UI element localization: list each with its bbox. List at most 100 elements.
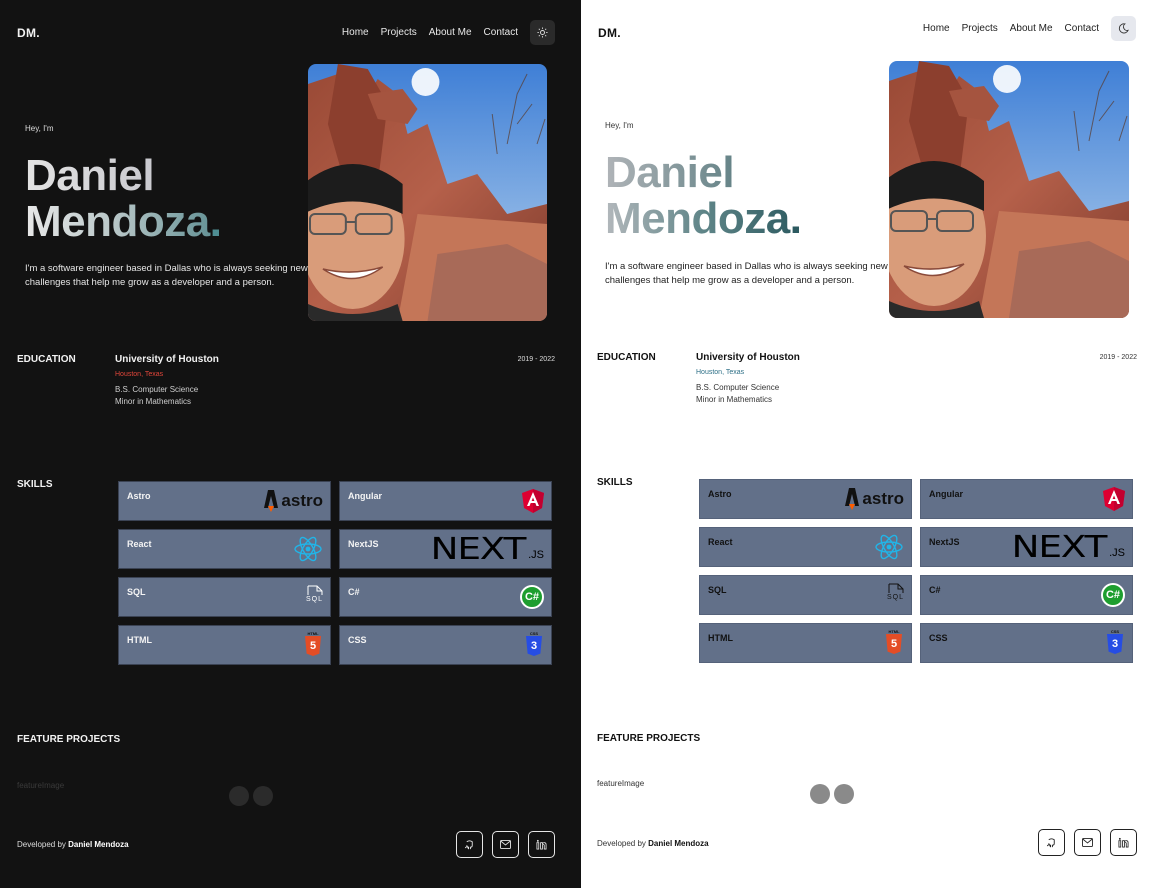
next-wordmark: NEXT (430, 531, 527, 567)
skills-grid: Astro astro Angular React NextJS NEXT .JS… (118, 481, 552, 665)
email-button[interactable] (492, 831, 519, 858)
next-wordmark: NEXT (1011, 529, 1108, 565)
sql-file-icon: SQL (306, 585, 323, 615)
light-theme-page: DM. Home Projects About Me Contact Hey, … (581, 0, 1157, 888)
skill-name: HTML (708, 633, 733, 643)
skill-name: C# (929, 585, 941, 595)
skill-name: CSS (348, 635, 367, 645)
nav-contact[interactable]: Contact (1065, 23, 1099, 34)
hero-greeting: Hey, I'm (25, 124, 54, 133)
astro-logo: astro (845, 484, 904, 514)
csharp-logo-text: C# (520, 585, 544, 609)
project-thumbnail (810, 784, 830, 804)
skill-card-nextjs[interactable]: NextJS NEXT .JS (920, 527, 1133, 567)
next-js-suffix: .JS (1109, 547, 1125, 559)
skill-name: Astro (708, 489, 732, 499)
hero-intro: I'm a software engineer based in Dallas … (25, 263, 308, 288)
hero-first-name: Daniel (25, 153, 221, 199)
skill-card-astro[interactable]: Astro astro (118, 481, 331, 521)
angular-logo (522, 486, 544, 516)
html5-logo-tag: HTML (307, 631, 319, 636)
nav-projects[interactable]: Projects (381, 27, 417, 38)
hero-first-name: Daniel (605, 150, 801, 196)
moon-icon (1118, 23, 1129, 34)
education-years: 2019 - 2022 (1099, 354, 1137, 361)
dark-theme-page: DM. Home Projects About Me Contact Hey, … (0, 0, 581, 888)
skill-card-csharp[interactable]: C# C# (920, 575, 1133, 615)
astro-wordmark: astro (862, 489, 904, 508)
skill-name: Angular (929, 489, 964, 499)
site-logo[interactable]: DM. (598, 26, 621, 40)
skill-card-angular[interactable]: Angular (339, 481, 552, 521)
skills-grid: Astro astro Angular React NextJS NEXT .JS… (699, 479, 1133, 663)
project-thumbnail (229, 786, 249, 806)
github-button[interactable] (456, 831, 483, 858)
nav-about[interactable]: About Me (1010, 23, 1053, 34)
linkedin-button[interactable] (528, 831, 555, 858)
skill-name: SQL (127, 587, 146, 597)
skill-card-react[interactable]: React (699, 527, 912, 567)
astro-wordmark: astro (281, 491, 323, 510)
hero-name-dot: . (209, 197, 222, 246)
hero-name: Daniel Mendoza. (605, 150, 802, 243)
site-logo[interactable]: DM. (17, 26, 40, 40)
feature-projects-heading: FEATURE PROJECTS (597, 733, 701, 744)
hero-last-name: Mendoza (605, 194, 790, 243)
sql-icon-label: SQL (886, 594, 904, 601)
degree: B.S. Computer Science (115, 385, 199, 394)
skills-heading: SKILLS (597, 477, 633, 488)
skill-name: Astro (127, 491, 151, 501)
html5-logo: HTML 5 (305, 631, 321, 661)
skill-card-sql[interactable]: SQL SQL (118, 577, 331, 617)
project-thumbnail (253, 786, 273, 806)
skill-card-html[interactable]: HTML HTML 5 (118, 625, 331, 665)
hero-intro: I'm a software engineer based in Dallas … (605, 261, 888, 286)
nav-about[interactable]: About Me (429, 27, 472, 38)
skill-card-csharp[interactable]: C# C# (339, 577, 552, 617)
skill-name: NextJS (929, 537, 960, 547)
nextjs-logo: NEXT .JS (1012, 530, 1125, 565)
mail-icon (1082, 838, 1093, 847)
school-location: Houston, Texas (696, 369, 745, 376)
main-nav: Home Projects About Me Contact (330, 20, 555, 45)
csharp-logo-text: C# (1101, 583, 1125, 607)
github-button[interactable] (1038, 829, 1065, 856)
linkedin-button[interactable] (1110, 829, 1137, 856)
skill-name: NextJS (348, 539, 379, 549)
minor: Minor in Mathematics (696, 395, 773, 404)
social-links (1029, 829, 1137, 856)
main-nav: Home Projects About Me Contact (911, 16, 1136, 41)
skill-card-astro[interactable]: Astro astro (699, 479, 912, 519)
email-button[interactable] (1074, 829, 1101, 856)
css3-logo: CSS 3 (1107, 629, 1123, 659)
degree: B.S. Computer Science (696, 383, 780, 392)
skill-card-angular[interactable]: Angular (920, 479, 1133, 519)
next-js-suffix: .JS (528, 549, 544, 561)
nav-contact[interactable]: Contact (484, 27, 518, 38)
profile-photo (308, 64, 547, 321)
nav-projects[interactable]: Projects (962, 23, 998, 34)
css3-logo-tag: CSS (529, 631, 539, 636)
github-icon (464, 840, 473, 850)
school-name: University of Houston (115, 354, 219, 365)
nav-home[interactable]: Home (342, 27, 369, 38)
nav-home[interactable]: Home (923, 23, 950, 34)
footer-credit: Developed by Daniel Mendoza (17, 840, 129, 849)
skill-card-css[interactable]: CSS CSS 3 (920, 623, 1133, 663)
csharp-logo: C# (1101, 580, 1125, 610)
skill-name: React (127, 539, 152, 549)
angular-logo (1103, 484, 1125, 514)
school-location: Houston, Texas (115, 371, 164, 378)
react-logo (874, 532, 904, 562)
feature-image-alt: featureImage (17, 781, 65, 790)
theme-toggle-button[interactable] (530, 20, 555, 45)
sql-icon-label: SQL (305, 596, 323, 603)
theme-toggle-button[interactable] (1111, 16, 1136, 41)
skill-card-nextjs[interactable]: NextJS NEXT .JS (339, 529, 552, 569)
html5-logo-number: 5 (886, 634, 902, 654)
skill-card-sql[interactable]: SQL SQL (699, 575, 912, 615)
sql-file-icon: SQL (887, 583, 904, 613)
skill-card-react[interactable]: React (118, 529, 331, 569)
skill-card-css[interactable]: CSS CSS 3 (339, 625, 552, 665)
skill-card-html[interactable]: HTML HTML 5 (699, 623, 912, 663)
